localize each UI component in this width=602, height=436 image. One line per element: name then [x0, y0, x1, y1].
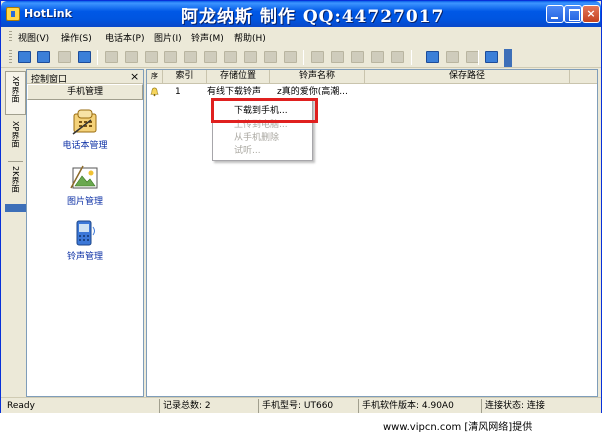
tab-xp-skin-active[interactable]: XP界面 [5, 71, 26, 115]
menu-preview[interactable]: 试听... [213, 145, 312, 157]
toolbar-separator [411, 50, 412, 65]
ringtone-icon [76, 220, 95, 246]
menu-delete-from-phone[interactable]: 从手机删除 [213, 132, 312, 144]
delete-tool-icon[interactable] [264, 51, 277, 63]
app-title: HotLink [24, 7, 72, 20]
col-header-location[interactable]: 存储位置 [207, 70, 270, 83]
refresh-tool-icon[interactable] [58, 51, 71, 63]
phonebook-icon [72, 109, 97, 135]
cell-location: 有线下载铃声 [207, 87, 262, 97]
app-window: HotLink 阿龙纳斯 制作 QQ:44727017 × 视图(V) 操作(S… [0, 0, 602, 436]
menu-grip [9, 31, 12, 43]
title-bar[interactable]: HotLink 阿龙纳斯 制作 QQ:44727017 × [1, 1, 601, 27]
undo-tool-icon[interactable] [284, 51, 297, 63]
menu-view[interactable]: 视图(V) [18, 31, 49, 44]
minimize-button[interactable] [546, 5, 564, 23]
contact-tool-icon[interactable] [446, 51, 459, 63]
open-tool-icon[interactable] [125, 51, 138, 63]
cell-path [365, 85, 570, 99]
col-header-type[interactable]: 序 [147, 70, 163, 83]
settings-tool-icon[interactable] [485, 51, 498, 63]
toolbar-separator [303, 50, 304, 65]
maximize-button[interactable] [564, 5, 582, 23]
save-tool-icon[interactable] [78, 51, 91, 63]
bell-icon [150, 87, 159, 97]
watermark-text: www.vipcn.com [清风网络]提供 [383, 422, 533, 433]
upload-tool-icon[interactable] [311, 51, 324, 63]
menu-bar: 视图(V) 操作(S) 电话本(P) 图片(I) 铃声(M) 帮助(H) [1, 28, 601, 46]
sync-tool-icon[interactable] [37, 51, 50, 63]
status-phone-model: 手机型号: UT660 [258, 399, 356, 413]
status-software-version: 手机软件版本: 4.90A0 [358, 399, 480, 413]
status-connection: 连接状态: 连接 [481, 399, 596, 413]
nav-ringtones[interactable]: 铃声管理 [27, 217, 143, 263]
close-icon[interactable]: × [130, 70, 139, 83]
toolbar-overflow-chevron-icon[interactable] [504, 49, 512, 67]
status-ready: Ready [7, 401, 35, 411]
nav-pictures[interactable]: 图片管理 [27, 162, 143, 208]
cell-name: z真的爱你(高潮... [277, 87, 348, 97]
close-button[interactable]: × [582, 5, 600, 23]
col-header-path[interactable]: 保存路径 [365, 70, 570, 83]
play-tool-icon[interactable] [391, 51, 404, 63]
nav-phonebook[interactable]: 电话本管理 [27, 106, 143, 152]
list-header: 序 索引 存储位置 铃声名称 保存路径 [147, 70, 597, 84]
author-banner: 阿龙纳斯 制作 QQ:44727017 [181, 7, 445, 27]
new-tool-icon[interactable] [105, 51, 118, 63]
menu-help[interactable]: 帮助(H) [234, 31, 266, 44]
cut-tool-icon[interactable] [204, 51, 217, 63]
app-icon [6, 7, 20, 21]
nav-label: 铃声管理 [66, 252, 103, 262]
move-down-tool-icon[interactable] [371, 51, 384, 63]
col-header-index[interactable]: 索引 [163, 70, 207, 83]
copy-tool-icon[interactable] [164, 51, 177, 63]
menu-phonebook[interactable]: 电话本(P) [105, 31, 144, 44]
toolbar-separator [97, 50, 98, 65]
toolbar-grip [9, 50, 12, 65]
nav-label: 图片管理 [66, 197, 103, 207]
tab-2k-skin[interactable]: 2K界面 [5, 164, 26, 204]
nav-label: 电话本管理 [62, 141, 108, 151]
tab-label: 2K界面 [11, 166, 20, 193]
table-row[interactable]: 1 有线下载铃声 z真的爱你(高潮... [147, 85, 597, 99]
paste-tool-icon[interactable] [184, 51, 197, 63]
edit-tool-icon[interactable] [145, 51, 158, 63]
move-up-tool-icon[interactable] [351, 51, 364, 63]
status-record-count: 记录总数: 2 [159, 399, 257, 413]
status-bar: Ready 记录总数: 2 手机型号: UT660 手机软件版本: 4.90A0… [1, 397, 601, 413]
control-panel: 控制窗口 × 手机管理 电话本管理 图片管理 铃声管理 [26, 69, 144, 397]
cell-index: 1 [175, 87, 181, 97]
skin-tabs: XP界面 XP界面 2K界面 [5, 69, 26, 209]
tab-label: XP界面 [11, 76, 20, 103]
menu-operate[interactable]: 操作(S) [61, 31, 92, 44]
menu-picture[interactable]: 图片(I) [154, 31, 182, 44]
tab-xp-skin[interactable]: XP界面 [5, 119, 26, 159]
panel-header: 控制窗口 × [27, 70, 143, 85]
export-tool-icon[interactable] [244, 51, 257, 63]
section-phone-manage[interactable]: 手机管理 [27, 84, 143, 100]
download-tool-icon[interactable] [331, 51, 344, 63]
watermark-footer: www.vipcn.com [清风网络]提供 [0, 413, 602, 436]
highlight-annotation [211, 98, 318, 123]
tab-divider [8, 161, 23, 162]
tabs-scroll-icon[interactable] [5, 204, 26, 212]
toolbar-separator [478, 50, 479, 65]
clipboard-tool-icon[interactable] [224, 51, 237, 63]
connect-tool-icon[interactable] [18, 51, 31, 63]
menu-ringtone[interactable]: 铃声(M) [191, 31, 224, 44]
col-header-name[interactable]: 铃声名称 [270, 70, 365, 83]
phone-tool-icon[interactable] [426, 51, 439, 63]
picture-icon [70, 165, 98, 189]
tab-label: XP界面 [11, 121, 20, 148]
